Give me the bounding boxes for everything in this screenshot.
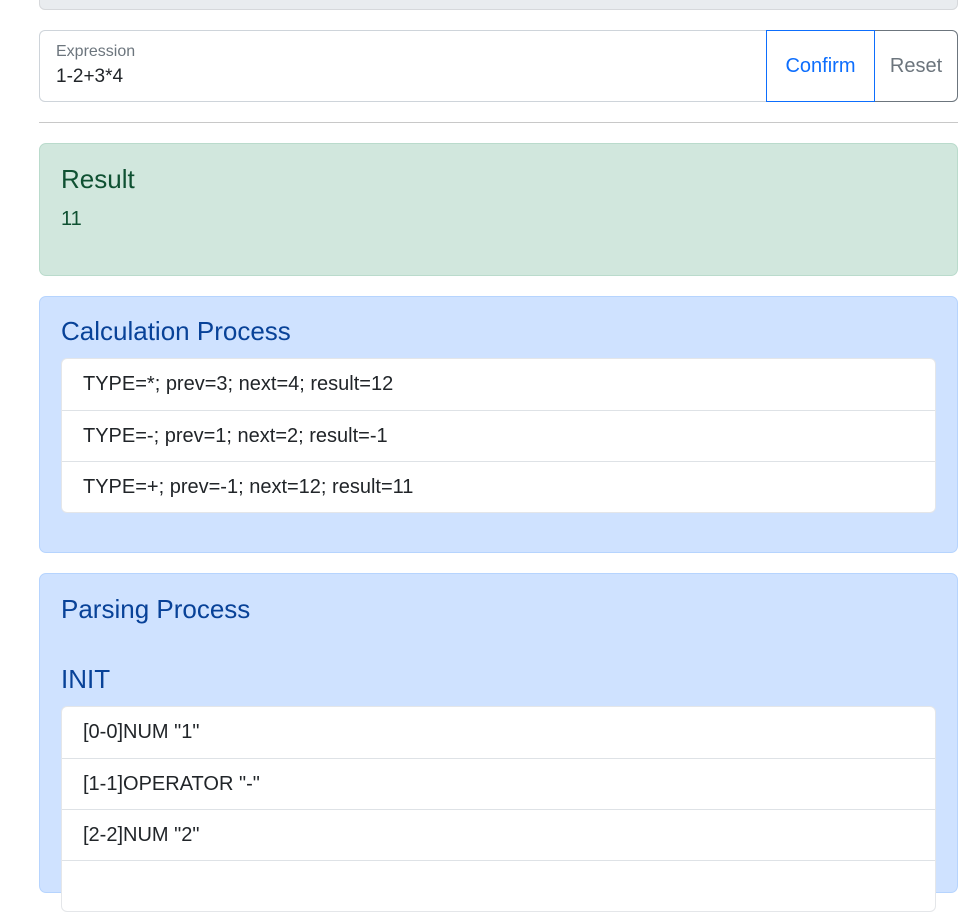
confirm-button[interactable]: Confirm — [766, 30, 875, 102]
calculation-step: TYPE=-; prev=1; next=2; result=-1 — [62, 410, 935, 461]
parsing-process-card: Parsing Process INIT [0-0]NUM "1" [1-1]O… — [39, 573, 958, 912]
expression-input[interactable]: 1-2+3*4 — [56, 66, 123, 88]
expression-label: Expression — [56, 43, 136, 60]
calculation-steps-list: TYPE=*; prev=3; next=4; result=12 TYPE=-… — [61, 358, 936, 513]
calculation-step: TYPE=*; prev=3; next=4; result=12 — [83, 373, 394, 395]
token-item — [62, 860, 935, 911]
expression-field[interactable]: Expression 1-2+3*4 — [39, 30, 766, 102]
divider — [39, 122, 958, 123]
calculation-step: TYPE=+; prev=-1; next=12; result=11 — [62, 461, 935, 512]
token-item: [2-2]NUM "2" — [62, 809, 935, 860]
init-heading: INIT — [61, 664, 111, 694]
calculation-process-card: Calculation Process TYPE=*; prev=3; next… — [39, 296, 958, 553]
result-value: 11 — [61, 208, 82, 230]
parsing-process-heading: Parsing Process — [61, 594, 251, 624]
token-list: [0-0]NUM "1" [1-1]OPERATOR "-" [2-2]NUM … — [61, 706, 936, 912]
expression-input-group: Expression 1-2+3*4 Confirm Reset — [39, 30, 958, 102]
reset-button[interactable]: Reset — [875, 30, 958, 102]
token-item: [0-0]NUM "1" — [83, 721, 200, 743]
calculation-process-heading: Calculation Process — [61, 316, 291, 346]
token-item: [1-1]OPERATOR "-" — [62, 758, 935, 809]
result-heading: Result — [61, 164, 135, 194]
previous-card-edge — [39, 0, 958, 10]
result-card: Result 11 — [39, 143, 958, 276]
